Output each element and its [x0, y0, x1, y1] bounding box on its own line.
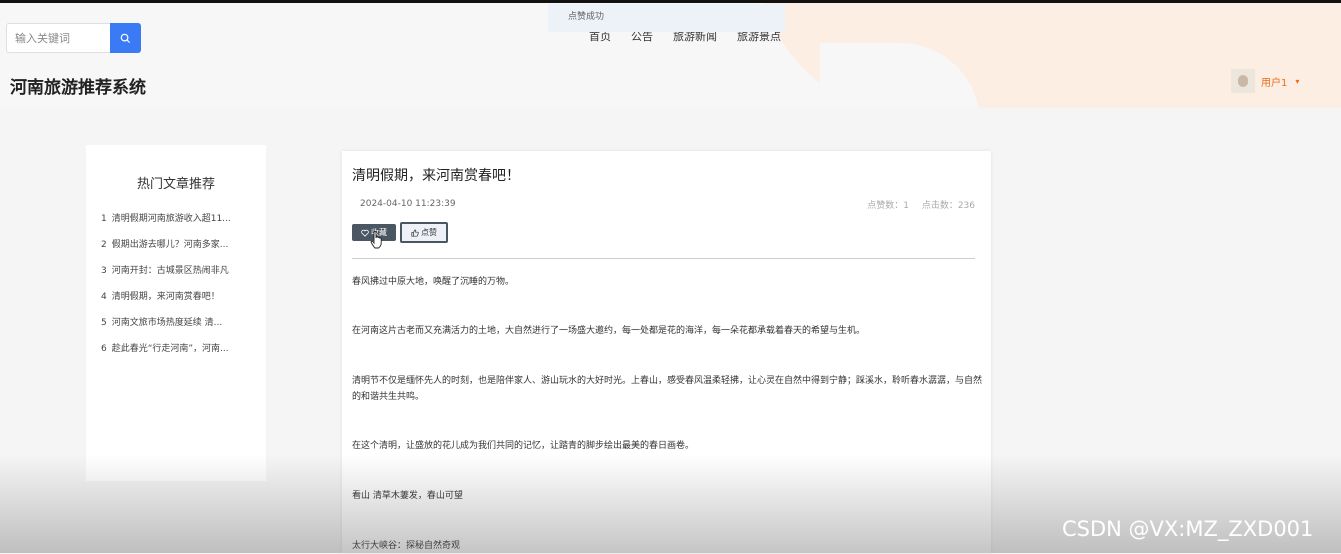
- article-date: 2024-04-10 11:23:39: [360, 199, 456, 209]
- article-paragraph: 在河南这片古老而又充满活力的土地，大自然进行了一场盛大邀约，每一处都是花的海洋，…: [352, 326, 866, 336]
- like-button[interactable]: 点赞: [400, 222, 448, 243]
- article-paragraph: 春风拂过中原大地，唤醒了沉睡的万物。: [352, 277, 515, 287]
- hot-article-item[interactable]: 5 河南文旅市场热度延续 清...: [101, 315, 231, 341]
- article-paragraph: 清明节不仅是缅怀先人的时刻，也是陪伴家人、游山玩水的大好时光。上春山，感受春风温…: [352, 376, 983, 402]
- article-title: 清明假期，来河南赏春吧！: [352, 168, 520, 184]
- heart-icon: [361, 229, 369, 237]
- article-paragraph: 看山 清草木萋发，春山可望: [352, 491, 463, 501]
- search-input[interactable]: [6, 23, 110, 53]
- avatar: [1231, 69, 1255, 93]
- search-bar: [6, 23, 141, 53]
- user-menu[interactable]: 用户1 ▾: [1231, 69, 1299, 93]
- hot-articles-panel: 热门文章推荐 1 清明假期河南旅游收入超11... 2 假期出游去哪儿？河南多家..…: [86, 145, 266, 481]
- click-count: 点击数：236: [921, 201, 975, 211]
- chevron-down-icon: ▾: [1295, 76, 1300, 86]
- site-title: 河南旅游推荐系统: [10, 78, 146, 98]
- search-button[interactable]: [110, 23, 141, 53]
- hand-cursor-icon: [370, 231, 382, 249]
- hot-article-item[interactable]: 6 趁此春光“行走河南”，河南...: [101, 341, 231, 367]
- hot-articles-title: 热门文章推荐: [136, 177, 215, 192]
- article-card: 清明假期，来河南赏春吧！ 2024-04-10 11:23:39 点赞数：1 点…: [342, 151, 991, 553]
- article-stats: 点赞数：1 点击数：236: [857, 198, 975, 211]
- divider: [352, 258, 975, 259]
- hot-article-item[interactable]: 3 河南开封：古城景区热闹非凡: [101, 263, 231, 289]
- article-paragraph: 太行大峡谷：探秘自然奇观: [352, 541, 461, 551]
- user-name: 用户1: [1261, 77, 1288, 89]
- search-icon: [120, 33, 131, 43]
- thumbs-up-icon: [411, 228, 419, 237]
- hot-article-item[interactable]: 2 假期出游去哪儿？河南多家...: [101, 237, 231, 263]
- like-button-label: 点赞: [421, 228, 437, 237]
- article-paragraph: 在这个清明，让盛放的花儿成为我们共同的记忆，让踏青的脚步绘出最美的春日画卷。: [352, 441, 695, 451]
- hot-article-item[interactable]: 4 清明假期，来河南赏春吧！: [101, 289, 231, 315]
- success-toast: 点赞成功: [548, 4, 785, 32]
- like-count: 点赞数：1: [867, 201, 909, 211]
- hot-article-item[interactable]: 1 清明假期河南旅游收入超11...: [101, 211, 231, 237]
- watermark: CSDN @VX:MZ_ZXD001: [1062, 517, 1314, 541]
